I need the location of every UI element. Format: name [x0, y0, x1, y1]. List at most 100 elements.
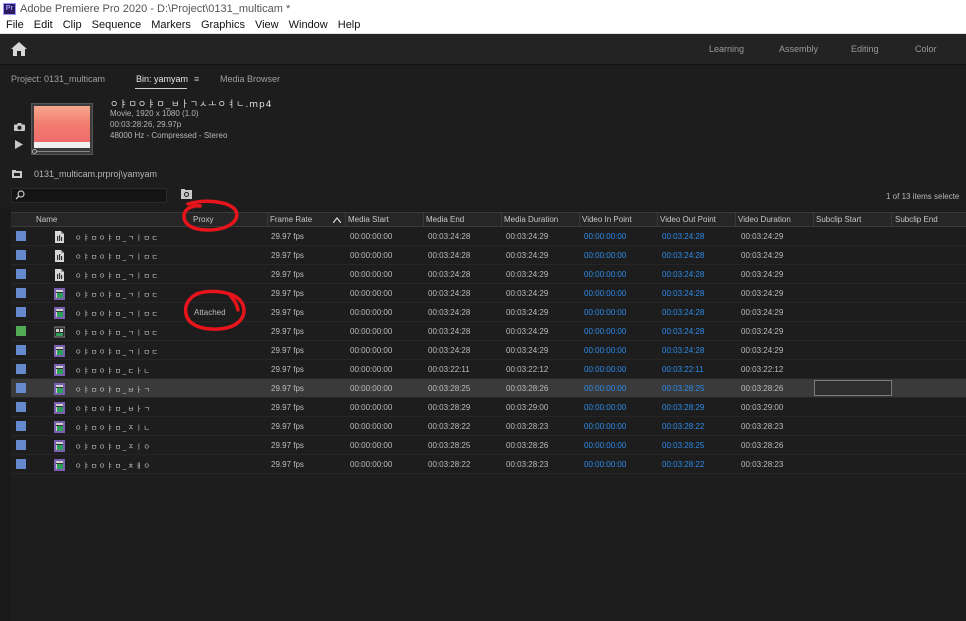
frame-rate-cell[interactable]: 29.97 fps	[271, 441, 304, 450]
sort-ascending-icon[interactable]	[333, 217, 341, 223]
clip-name-cell[interactable]: ㅇㅑㅁㅇㅑㅁ_ㅂㅏㄱ	[75, 385, 151, 395]
frame-rate-cell[interactable]: 29.97 fps	[271, 460, 304, 469]
video-duration-cell[interactable]: 00:03:28:23	[741, 460, 783, 469]
frame-rate-cell[interactable]: 29.97 fps	[271, 403, 304, 412]
subclip-start-edit-field[interactable]	[814, 380, 892, 396]
media-end-cell[interactable]: 00:03:24:28	[428, 327, 470, 336]
video-duration-cell[interactable]: 00:03:24:29	[741, 270, 783, 279]
clip-name-cell[interactable]: ㅇㅑㅁㅇㅑㅁ_ㄱㅣㅁㄷ	[75, 347, 159, 357]
column-header-frame-rate[interactable]: Frame Rate	[270, 215, 312, 224]
video-out-point-cell[interactable]: 00:03:24:28	[662, 308, 704, 317]
clip-name-cell[interactable]: ㅇㅑㅁㅇㅑㅁ_ㄱㅣㅁㄷ	[75, 252, 159, 262]
table-row[interactable]: ㅇㅑㅁㅇㅑㅁ_ㅈㅣㄴ 29.97 fps 00:00:00:00 00:03:28:2…	[11, 417, 966, 436]
play-icon[interactable]	[15, 140, 23, 149]
video-in-point-cell[interactable]: 00:00:00:00	[584, 441, 626, 450]
video-out-point-cell[interactable]: 00:03:24:28	[662, 232, 704, 241]
label-color-swatch[interactable]	[16, 440, 26, 450]
video-duration-cell[interactable]: 00:03:28:23	[741, 422, 783, 431]
clip-name-cell[interactable]: ㅇㅑㅁㅇㅑㅁ_ㄱㅣㅁㄷ	[75, 309, 159, 319]
video-in-point-cell[interactable]: 00:00:00:00	[584, 384, 626, 393]
video-out-point-cell[interactable]: 00:03:24:28	[662, 327, 704, 336]
media-end-cell[interactable]: 00:03:28:29	[428, 403, 470, 412]
column-header-video-out-point[interactable]: Video Out Point	[660, 215, 716, 224]
clip-name-cell[interactable]: ㅇㅑㅁㅇㅑㅁ_ㅂㅏㄱ	[75, 404, 151, 414]
column-header-subclip-start[interactable]: Subclip Start	[816, 215, 861, 224]
media-end-cell[interactable]: 00:03:24:28	[428, 346, 470, 355]
table-row[interactable]: ㅇㅑㅁㅇㅑㅁ_ㄱㅣㅁㄷ 29.97 fps 00:00:00:00 00:03:24:…	[11, 246, 966, 265]
media-duration-cell[interactable]: 00:03:29:00	[506, 403, 548, 412]
media-duration-cell[interactable]: 00:03:24:29	[506, 270, 548, 279]
media-duration-cell[interactable]: 00:03:28:23	[506, 460, 548, 469]
video-duration-cell[interactable]: 00:03:22:12	[741, 365, 783, 374]
menu-graphics[interactable]: Graphics	[196, 19, 250, 31]
label-color-swatch[interactable]	[16, 307, 26, 317]
table-row[interactable]: ㅇㅑㅁㅇㅑㅁ_ㅂㅏㄱ 29.97 fps 00:00:00:00 00:03:28:2…	[11, 379, 966, 398]
video-out-point-cell[interactable]: 00:03:22:11	[662, 365, 704, 374]
column-divider[interactable]	[735, 213, 736, 227]
label-color-swatch[interactable]	[16, 326, 26, 336]
video-in-point-cell[interactable]: 00:00:00:00	[584, 365, 626, 374]
folder-up-icon[interactable]	[12, 170, 22, 178]
table-row[interactable]: ㅇㅑㅁㅇㅑㅁ_ㄷㅏㄴ 29.97 fps 00:00:00:00 00:03:22:1…	[11, 360, 966, 379]
table-row[interactable]: ㅇㅑㅁㅇㅑㅁ_ㅈㅣㅇ 29.97 fps 00:00:00:00 00:03:28:2…	[11, 436, 966, 455]
clip-name-cell[interactable]: ㅇㅑㅁㅇㅑㅁ_ㄱㅣㅁㄷ	[75, 271, 159, 281]
tab-media-browser[interactable]: Media Browser	[220, 74, 280, 84]
media-duration-cell[interactable]: 00:03:24:29	[506, 232, 548, 241]
table-row[interactable]: ㅇㅑㅁㅇㅑㅁ_ㅂㅏㄱ 29.97 fps 00:00:00:00 00:03:28:2…	[11, 398, 966, 417]
media-end-cell[interactable]: 00:03:22:11	[428, 365, 470, 374]
video-duration-cell[interactable]: 00:03:24:29	[741, 327, 783, 336]
media-duration-cell[interactable]: 00:03:28:26	[506, 384, 548, 393]
label-color-swatch[interactable]	[16, 288, 26, 298]
clip-name-cell[interactable]: ㅇㅑㅁㅇㅑㅁ_ㄱㅣㅁㄷ	[75, 233, 159, 243]
column-header-media-duration[interactable]: Media Duration	[504, 215, 558, 224]
label-color-swatch[interactable]	[16, 269, 26, 279]
media-duration-cell[interactable]: 00:03:28:23	[506, 422, 548, 431]
video-in-point-cell[interactable]: 00:00:00:00	[584, 327, 626, 336]
menu-view[interactable]: View	[250, 19, 284, 31]
panel-menu-icon[interactable]: ≡	[194, 74, 199, 84]
column-header-proxy[interactable]: Proxy	[193, 215, 213, 224]
menu-edit[interactable]: Edit	[29, 19, 58, 31]
media-start-cell[interactable]: 00:00:00:00	[350, 232, 392, 241]
video-duration-cell[interactable]: 00:03:24:29	[741, 232, 783, 241]
media-start-cell[interactable]: 00:00:00:00	[350, 346, 392, 355]
table-row[interactable]: ㅇㅑㅁㅇㅑㅁ_ㄱㅣㅁㄷ Attached 29.97 fps 00:00:00:00 0…	[11, 303, 966, 322]
media-start-cell[interactable]: 00:00:00:00	[350, 403, 392, 412]
column-header-video-duration[interactable]: Video Duration	[738, 215, 791, 224]
video-in-point-cell[interactable]: 00:00:00:00	[584, 251, 626, 260]
frame-rate-cell[interactable]: 29.97 fps	[271, 384, 304, 393]
menu-window[interactable]: Window	[284, 19, 333, 31]
column-header-media-start[interactable]: Media Start	[348, 215, 389, 224]
video-duration-cell[interactable]: 00:03:29:00	[741, 403, 783, 412]
video-in-point-cell[interactable]: 00:00:00:00	[584, 289, 626, 298]
column-header-name[interactable]: Name	[36, 215, 57, 224]
table-row[interactable]: ㅇㅑㅁㅇㅑㅁ_ㅊㅐㅇ 29.97 fps 00:00:00:00 00:03:28:2…	[11, 455, 966, 474]
video-out-point-cell[interactable]: 00:03:24:28	[662, 270, 704, 279]
media-end-cell[interactable]: 00:03:24:28	[428, 289, 470, 298]
workspace-tab-color[interactable]: Color	[915, 44, 937, 54]
menu-file[interactable]: File	[0, 19, 29, 31]
frame-rate-cell[interactable]: 29.97 fps	[271, 232, 304, 241]
table-row[interactable]: ㅇㅑㅁㅇㅑㅁ_ㄱㅣㅁㄷ 29.97 fps 00:00:00:00 00:03:24:…	[11, 284, 966, 303]
media-start-cell[interactable]: 00:00:00:00	[350, 289, 392, 298]
label-color-swatch[interactable]	[16, 383, 26, 393]
workspace-tab-learning[interactable]: Learning	[709, 44, 744, 54]
video-in-point-cell[interactable]: 00:00:00:00	[584, 403, 626, 412]
clip-name-cell[interactable]: ㅇㅑㅁㅇㅑㅁ_ㄱㅣㅁㄷ	[75, 290, 159, 300]
search-input[interactable]	[11, 188, 167, 203]
media-start-cell[interactable]: 00:00:00:00	[350, 365, 392, 374]
media-start-cell[interactable]: 00:00:00:00	[350, 441, 392, 450]
media-start-cell[interactable]: 00:00:00:00	[350, 384, 392, 393]
frame-rate-cell[interactable]: 29.97 fps	[271, 308, 304, 317]
thumbnail-scrub-handle[interactable]	[32, 149, 37, 154]
video-duration-cell[interactable]: 00:03:24:29	[741, 346, 783, 355]
menu-markers[interactable]: Markers	[146, 19, 196, 31]
column-divider[interactable]	[657, 213, 658, 227]
video-out-point-cell[interactable]: 00:03:28:29	[662, 403, 704, 412]
clip-thumbnail[interactable]	[31, 103, 93, 155]
video-out-point-cell[interactable]: 00:03:28:25	[662, 384, 704, 393]
column-divider[interactable]	[267, 213, 268, 227]
frame-rate-cell[interactable]: 29.97 fps	[271, 251, 304, 260]
video-duration-cell[interactable]: 00:03:24:29	[741, 289, 783, 298]
media-end-cell[interactable]: 00:03:28:25	[428, 384, 470, 393]
